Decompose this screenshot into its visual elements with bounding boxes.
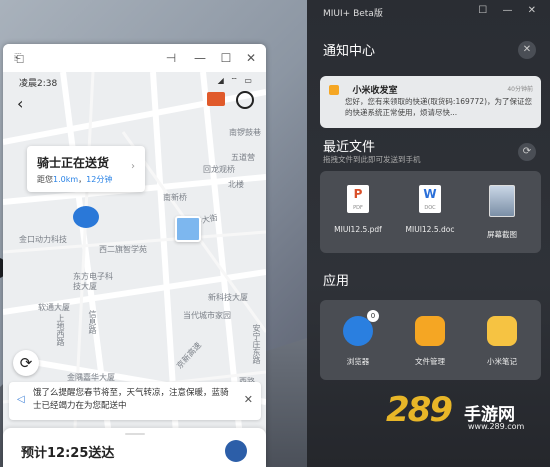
refresh-files-button[interactable]: ⟳ <box>518 143 536 161</box>
notification-body: 您好，您有来领取的快递(取货码:169772)，为了保证您的快递系统正常使用，烦… <box>345 97 533 117</box>
app-name: 小米笔记 <box>487 357 517 366</box>
recent-files-title: 最近文件 <box>323 140 376 155</box>
rider-status-title: 骑士正在送货 <box>37 156 110 170</box>
file-item[interactable]: W DOC MIUI12.5.doc <box>400 185 460 234</box>
notification-item[interactable]: 小米收发室 40分钟前 您好，您有来领取的快递(取货码:169772)，为了保证… <box>320 76 541 128</box>
minimize-icon[interactable]: — <box>192 50 208 66</box>
status-time: 凌晨2:38 <box>19 79 58 89</box>
site-watermark: 289 手游网 www.289.com <box>386 386 550 467</box>
notification-time: 40分钟前 <box>507 86 533 93</box>
close-notice-icon[interactable]: ✕ <box>244 393 253 406</box>
file-name: MIUI12.5.doc <box>405 225 455 234</box>
map-label: 东方电子科技大厦 <box>73 272 113 291</box>
watermark-logo-number: 289 <box>386 390 453 430</box>
close-icon[interactable]: ✕ <box>243 50 259 66</box>
red-envelope-icon[interactable] <box>207 92 225 106</box>
app-item-browser[interactable]: 0 浏览器 <box>328 310 388 367</box>
apps-list: 0 浏览器 文件管理 小米笔记 <box>320 300 541 380</box>
phone-status-bar: 凌晨2:38 ◢ ⌔ ▭ <box>3 72 266 90</box>
rider-distance: 距您1.0km，12分钟 <box>37 175 113 184</box>
rotate-icon[interactable]: ⎗ <box>11 50 27 66</box>
customer-service-icon[interactable] <box>236 91 254 109</box>
maximize-icon[interactable]: ☐ <box>218 50 234 66</box>
mailroom-app-icon <box>329 85 339 95</box>
map-label: 软通大厦 <box>38 303 70 312</box>
app-item-file-manager[interactable]: 文件管理 <box>400 316 460 367</box>
clear-notifications-button[interactable]: ✕ <box>518 41 536 59</box>
back-arrow-icon[interactable]: ‹ <box>17 94 23 113</box>
refresh-location-button[interactable]: ⟳ <box>13 350 39 376</box>
apps-title: 应用 <box>323 274 350 289</box>
file-name: 屏幕截图 <box>487 230 517 239</box>
map-label: 安宁庄东路 <box>252 324 261 364</box>
phone-mirror-window: ⎗ ⊣ — ☐ ✕ 南锣鼓巷 五道营 回龙观桥 北楼 南新桥 金口动力科技 西二… <box>3 44 266 467</box>
notification-app-name: 小米收发室 <box>352 86 398 96</box>
app-item-notes[interactable]: 小米笔记 <box>472 316 532 367</box>
destination-marker-icon <box>175 216 201 242</box>
window-titlebar: ⎗ ⊣ — ☐ ✕ <box>3 44 266 73</box>
notes-pen-icon <box>487 316 517 346</box>
map-label: 北楼 <box>228 180 244 189</box>
panel-header-title: MIUI+ Beta版 <box>323 9 383 19</box>
map-label: 信息路 <box>88 310 97 334</box>
folder-icon <box>415 316 445 346</box>
map-label: 新科技大厦 <box>208 293 248 302</box>
pdf-file-icon: P PDF <box>347 185 369 213</box>
map-label: 上地西路 <box>56 314 65 346</box>
status-icons: ◢ ⌔ ▭ <box>217 76 254 85</box>
pin-icon[interactable]: ⊣ <box>163 50 179 66</box>
rider-location-icon <box>73 206 99 228</box>
file-name: MIUI12.5.pdf <box>334 225 382 234</box>
notification-badge: 0 <box>367 310 379 322</box>
eta-text: 预计12:25送达 <box>21 446 115 461</box>
order-card[interactable]: 预计12:25送达 <box>3 428 266 467</box>
file-item[interactable]: 屏幕截图 <box>472 185 532 240</box>
map-label: 西二旗智学苑 <box>99 245 147 254</box>
map-label: 回龙观桥 <box>203 165 235 174</box>
map-label: 南锣鼓巷 <box>229 128 261 137</box>
map-label: 五道营 <box>231 153 255 162</box>
panel-window-controls[interactable]: ☐ — ✕ <box>478 5 542 16</box>
chevron-right-icon: › <box>131 161 135 172</box>
recent-files-list: P PDF MIUI12.5.pdf W DOC MIUI12.5.doc 屏幕… <box>320 171 541 253</box>
rider-avatar[interactable] <box>225 440 247 462</box>
drag-handle[interactable] <box>125 433 145 435</box>
doc-file-icon: W DOC <box>419 185 441 213</box>
speaker-icon: ◁ <box>17 394 25 405</box>
notice-banner: ◁ 饿了么提醒您春节将至，天气转凉，注意保暖，蓝骑士已经竭力在为您配送中 ✕ <box>9 382 261 420</box>
watermark-url: www.289.com <box>468 422 525 431</box>
notice-text: 饿了么提醒您春节将至，天气转凉，注意保暖，蓝骑士已经竭力在为您配送中 <box>33 388 229 411</box>
recent-files-hint: 拖拽文件到此即可发送到手机 <box>323 155 421 164</box>
map-label: 南新桥 <box>163 193 187 202</box>
app-name: 文件管理 <box>415 357 445 366</box>
file-item[interactable]: P PDF MIUI12.5.pdf <box>328 185 388 234</box>
screenshot-thumbnail-icon <box>489 185 515 217</box>
app-name: 浏览器 <box>346 357 370 366</box>
browser-icon: 0 <box>343 310 379 346</box>
notification-center-title: 通知中心 <box>323 44 376 59</box>
map-label: 金口动力科技 <box>19 235 67 244</box>
map-label: 当代城市家园 <box>183 311 231 320</box>
rider-status-card[interactable]: 骑士正在送货 距您1.0km，12分钟 › <box>27 146 145 192</box>
